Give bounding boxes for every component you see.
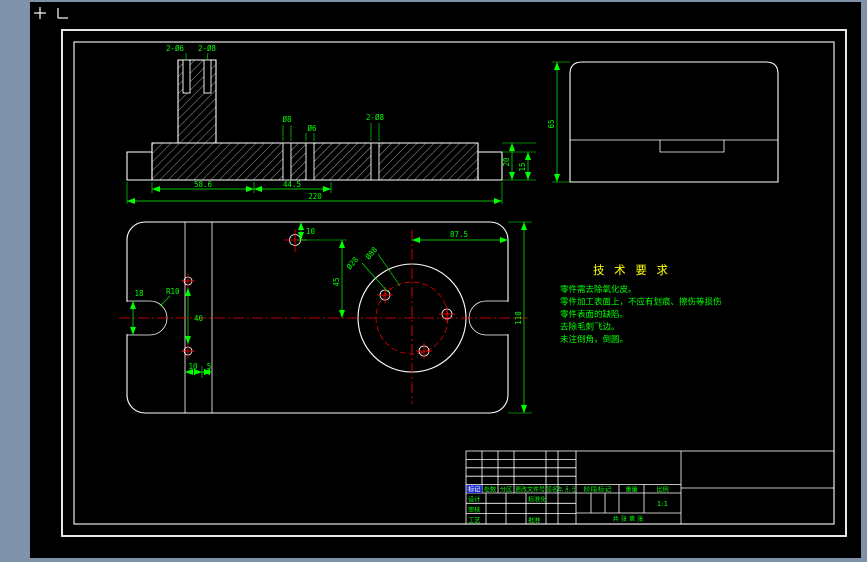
tech-req-line[interactable]: 零件加工表面上，不应有划痕、擦伤等损伤 xyxy=(560,297,722,308)
dim-hole-a[interactable]: Ø8 xyxy=(282,115,292,124)
window-frame-right xyxy=(861,0,867,562)
dim-side-height[interactable]: 65 xyxy=(547,119,556,128)
window-frame-top xyxy=(0,0,867,2)
dim-plate-height[interactable]: 110 xyxy=(514,311,523,325)
tech-req-line[interactable]: 未注倒角，倒圆。 xyxy=(560,334,628,345)
dim-edge-offset[interactable]: 10 xyxy=(306,227,316,236)
tech-req-line[interactable]: 去除毛刺飞边。 xyxy=(560,322,620,333)
dim-hole-c[interactable]: 2-Ø8 xyxy=(366,113,385,122)
boss-hole-left[interactable] xyxy=(182,59,191,94)
dim-bottom-b[interactable]: 5 xyxy=(207,362,212,371)
dim-center-offset[interactable]: 45 xyxy=(332,277,341,286)
boss-hole-right[interactable] xyxy=(203,59,212,94)
base-plate-section[interactable] xyxy=(151,142,479,181)
tech-req-line[interactable]: 零件表面的缺陷。 xyxy=(560,309,628,320)
title-block-zone: 分区 xyxy=(500,485,512,493)
title-block-mark[interactable]: 标记 xyxy=(468,485,480,493)
tech-req-title[interactable]: 技 术 要 求 xyxy=(593,263,671,277)
canvas-background xyxy=(0,0,867,562)
window-frame-bottom xyxy=(0,558,867,562)
dim-step[interactable]: 15 xyxy=(518,162,527,171)
title-block-stage: 阶段标记 xyxy=(584,485,612,493)
dim-width-b[interactable]: 44.5 xyxy=(283,180,301,189)
dim-hole-spacing[interactable]: 40 xyxy=(194,314,204,323)
dim-bottom-a[interactable]: 10 xyxy=(188,362,198,371)
dim-thickness[interactable]: 20 xyxy=(502,157,511,167)
title-block-scale: 比例 xyxy=(656,485,668,493)
base-hole-c[interactable] xyxy=(370,142,380,181)
title-block-date: 年、月、日 xyxy=(559,485,576,493)
dim-right-offset[interactable]: 87.5 xyxy=(450,230,468,239)
title-block-standard: 标准化 xyxy=(528,496,547,504)
dim-width-a[interactable]: 58.6 xyxy=(194,180,213,189)
title-block-weight: 重量 xyxy=(625,485,637,493)
title-block-check: 审核 xyxy=(468,506,480,514)
title-block-approve: 批准 xyxy=(528,517,540,525)
tech-req-line[interactable]: 零件需去除氧化皮。 xyxy=(560,284,637,295)
title-block-change-no: 更改文件号 xyxy=(515,485,545,493)
window-frame-left xyxy=(0,0,30,562)
dim-hole-b[interactable]: Ø6 xyxy=(307,124,317,133)
title-block-design: 设计 xyxy=(468,496,480,504)
title-block-process: 工艺 xyxy=(468,517,480,525)
base-hole-a[interactable] xyxy=(282,142,292,181)
dim-top-right-hole[interactable]: 2-Ø8 xyxy=(198,44,217,53)
title-block-sheet: 共 张 第 张 xyxy=(613,515,644,523)
title-block-scale-value: 1:1 xyxy=(657,500,668,508)
dim-top-left-hole[interactable]: 2-Ø6 xyxy=(166,44,185,53)
dim-width-total[interactable]: 220 xyxy=(308,192,322,201)
dim-slot-width[interactable]: 18 xyxy=(134,289,144,298)
dim-slot-radius[interactable]: R10 xyxy=(166,287,180,296)
cad-viewport[interactable]: 2-Ø6 2-Ø8 Ø8 Ø6 2-Ø8 58.6 44.5 220 20 15 xyxy=(0,0,867,562)
title-block-sign: 签名 xyxy=(546,485,558,493)
base-hole-b[interactable] xyxy=(305,142,315,181)
title-block-count: 处数 xyxy=(484,485,497,493)
